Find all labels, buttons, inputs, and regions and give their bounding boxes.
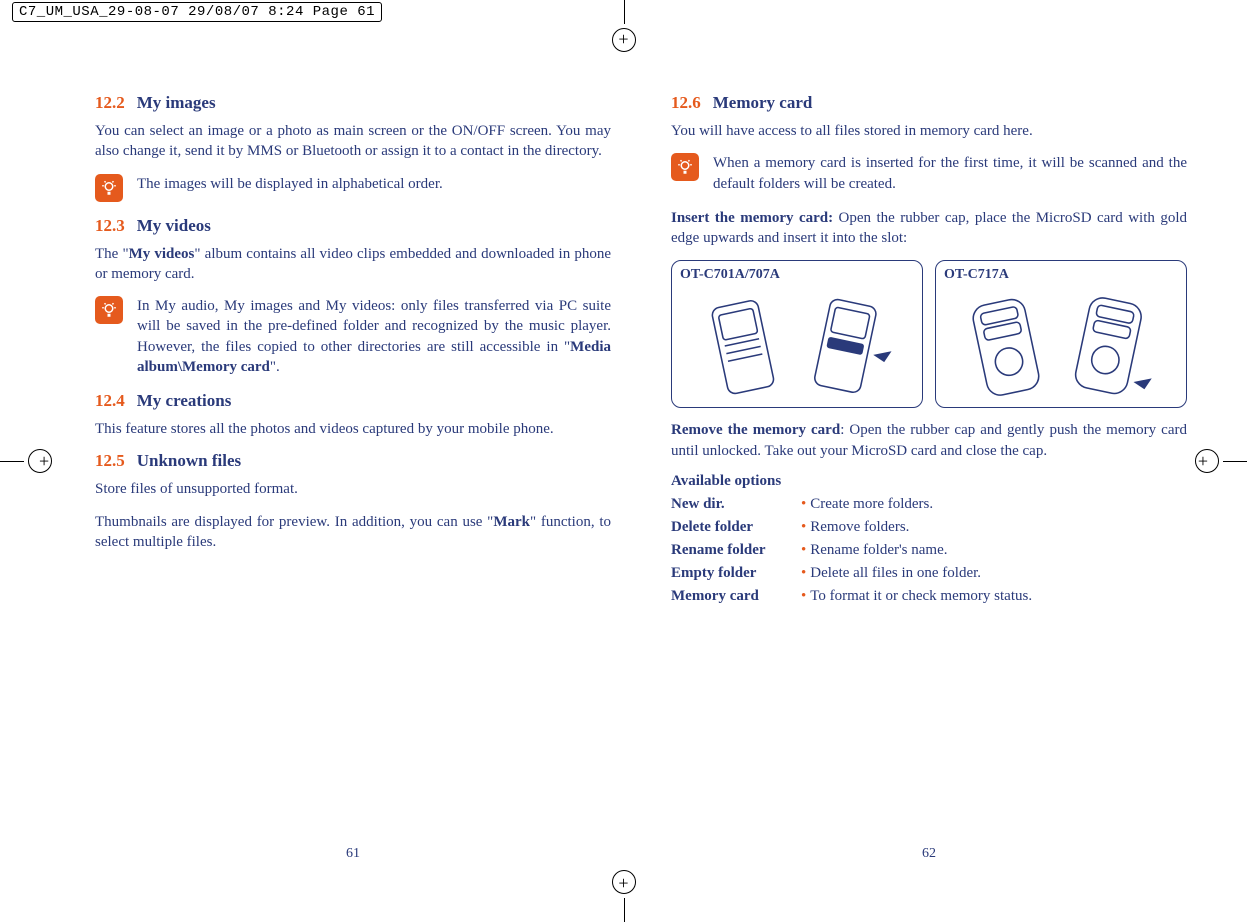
device-caption: OT-C717A — [944, 267, 1178, 283]
section-title: My creations — [137, 391, 232, 410]
body-text: Insert the memory card: Open the rubber … — [671, 208, 1187, 249]
section-number: 12.3 — [95, 216, 125, 235]
option-name: Rename folder — [671, 542, 791, 559]
body-text: The "My videos" album contains all video… — [95, 244, 611, 285]
sub-heading: Available options — [671, 473, 1187, 490]
body-text: Thumbnails are displayed for preview. In… — [95, 512, 611, 553]
body-text: You can select an image or a photo as ma… — [95, 121, 611, 162]
text-emphasis: Mark — [493, 514, 530, 530]
note-row: When a memory card is inserted for the f… — [671, 153, 1187, 194]
section-number: 12.5 — [95, 451, 125, 470]
note-text: The images will be displayed in alphabet… — [137, 174, 611, 194]
body-text: Store files of unsupported format. — [95, 479, 611, 499]
device-caption: OT-C701A/707A — [680, 267, 914, 283]
text-emphasis: Remove the memory card — [671, 422, 840, 438]
page-right: 12.6 Memory card You will have access to … — [671, 85, 1187, 862]
device-diagram-row: OT-C701A/707A — [671, 260, 1187, 408]
section-heading-12-5: 12.5 Unknown files — [95, 451, 611, 471]
page-number: 62 — [671, 846, 1187, 862]
text: Thumbnails are displayed for preview. In… — [95, 514, 493, 530]
body-text: Remove the memory card: Open the rubber … — [671, 420, 1187, 461]
device-diagram-ot-c717a: OT-C717A — [935, 260, 1187, 408]
option-desc: •Remove folders. — [801, 519, 1187, 536]
lightbulb-icon — [95, 174, 123, 202]
text: Remove folders. — [810, 519, 909, 535]
note-row: In My audio, My images and My videos: on… — [95, 296, 611, 377]
device-diagram-ot-c701a: OT-C701A/707A — [671, 260, 923, 408]
text: Create more folders. — [810, 496, 933, 512]
options-list: New dir. •Create more folders. Delete fo… — [671, 496, 1187, 605]
section-heading-12-4: 12.4 My creations — [95, 391, 611, 411]
phone-line-art-icon — [944, 285, 1178, 403]
section-number: 12.6 — [671, 93, 701, 112]
phone-line-art-icon — [680, 285, 914, 403]
lightbulb-icon — [95, 296, 123, 324]
text: In My audio, My images and My videos: on… — [137, 298, 611, 355]
option-name: Delete folder — [671, 519, 791, 536]
section-number: 12.4 — [95, 391, 125, 410]
bullet-icon: • — [801, 519, 806, 535]
option-desc: •Rename folder's name. — [801, 542, 1187, 559]
body-text: This feature stores all the photos and v… — [95, 419, 611, 439]
bullet-icon: • — [801, 542, 806, 558]
option-desc: •Delete all files in one folder. — [801, 565, 1187, 582]
option-name: New dir. — [671, 496, 791, 513]
section-title: Unknown files — [137, 451, 241, 470]
text: The " — [95, 246, 129, 262]
section-heading-12-2: 12.2 My images — [95, 93, 611, 113]
section-title: Memory card — [713, 93, 813, 112]
section-heading-12-6: 12.6 Memory card — [671, 93, 1187, 113]
note-text: In My audio, My images and My videos: on… — [137, 296, 611, 377]
section-title: My videos — [137, 216, 211, 235]
text: Rename folder's name. — [810, 542, 947, 558]
option-desc: •To format it or check memory status. — [801, 588, 1187, 605]
crop-mark-icon — [1207, 441, 1247, 481]
text: Delete all files in one folder. — [810, 565, 981, 581]
section-heading-12-3: 12.3 My videos — [95, 216, 611, 236]
bullet-icon: • — [801, 496, 806, 512]
bullet-icon: • — [801, 565, 806, 581]
option-desc: •Create more folders. — [801, 496, 1187, 513]
text: To format it or check memory status. — [810, 588, 1032, 604]
section-number: 12.2 — [95, 93, 125, 112]
lightbulb-icon — [671, 153, 699, 181]
section-title: My images — [137, 93, 216, 112]
print-meta-tag: C7_UM_USA_29-08-07 29/08/07 8:24 Page 61 — [12, 2, 382, 22]
option-name: Memory card — [671, 588, 791, 605]
bullet-icon: • — [801, 588, 806, 604]
text: ". — [270, 359, 280, 375]
note-row: The images will be displayed in alphabet… — [95, 174, 611, 202]
option-name: Empty folder — [671, 565, 791, 582]
text-emphasis: Insert the memory card: — [671, 210, 833, 226]
body-text: You will have access to all files stored… — [671, 121, 1187, 141]
crop-mark-icon — [0, 441, 40, 481]
page-left: 12.2 My images You can select an image or… — [95, 85, 611, 862]
note-text: When a memory card is inserted for the f… — [713, 153, 1187, 194]
text-emphasis: My videos — [129, 246, 195, 262]
page-number: 61 — [95, 846, 611, 862]
